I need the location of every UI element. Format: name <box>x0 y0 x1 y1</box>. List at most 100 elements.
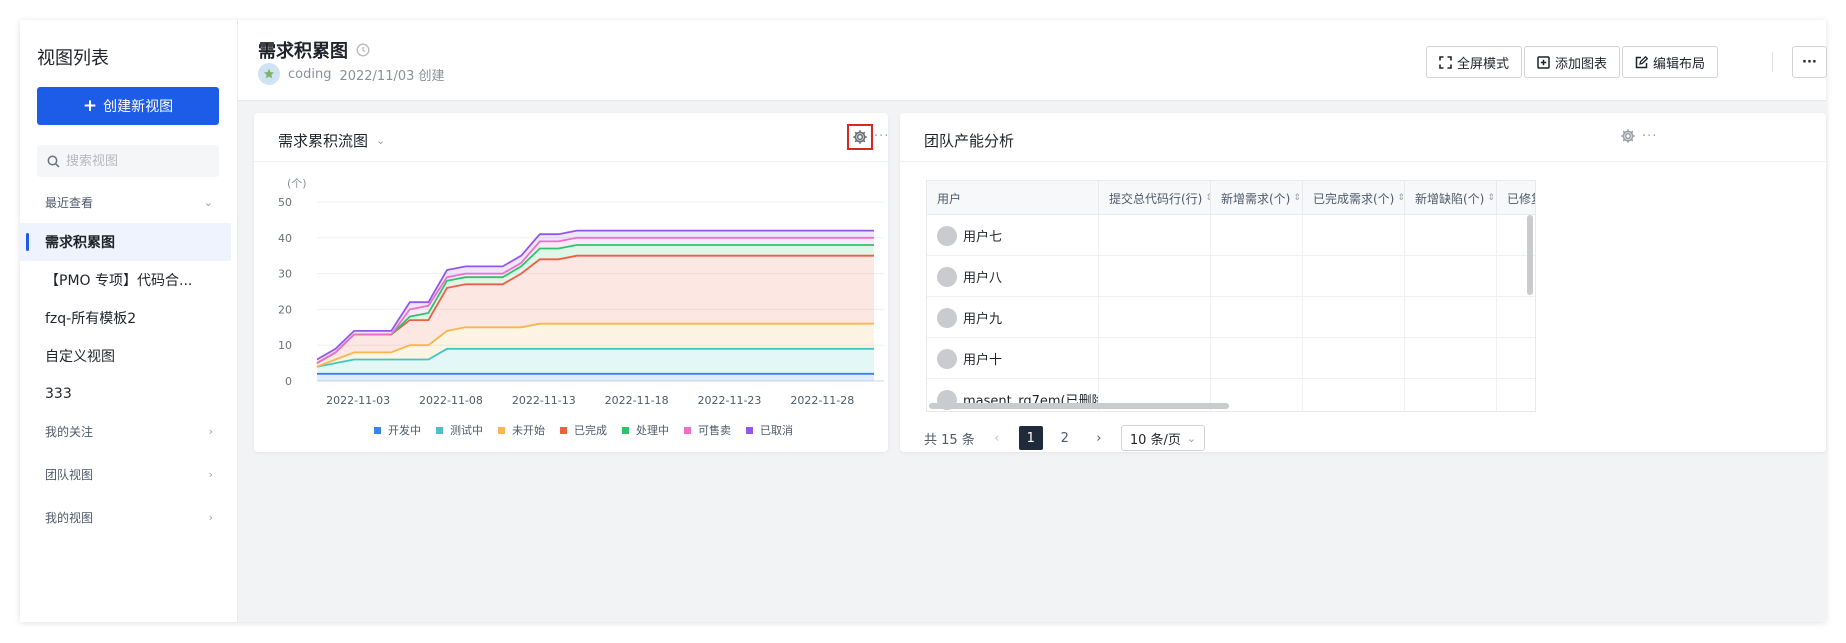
table-cell <box>1497 338 1535 379</box>
gear-icon[interactable] <box>1620 128 1636 144</box>
y-tick-label: 30 <box>278 268 292 281</box>
sidebar-item-fzq[interactable]: fzq-所有模板2 <box>20 299 231 337</box>
table-cell <box>1099 338 1211 379</box>
user-name: 用户十 <box>963 353 1003 368</box>
col-fixed[interactable]: 已修复 <box>1497 181 1535 215</box>
cfd-more-icon[interactable]: ··· <box>874 129 889 144</box>
legend-label: 开发中 <box>388 423 421 437</box>
app-frame: 视图列表 + 创建新视图 最近查看 ⌄ 需求积累图 【PMO 专项】代码合...… <box>20 20 1827 622</box>
page-1-button[interactable]: 1 <box>1018 426 1043 450</box>
table-row[interactable]: 用户九 <box>927 297 1535 338</box>
page-header: 需求积累图 coding 2022/11/03 创建 全屏模式 添加图表 编辑布… <box>238 20 1827 101</box>
edit-layout-button[interactable]: 编辑布局 <box>1622 46 1719 78</box>
chevron-right-icon: › <box>208 424 213 438</box>
user-avatar <box>937 348 957 369</box>
create-view-button[interactable]: + 创建新视图 <box>37 87 219 125</box>
cfd-card: 需求累积流图 ⌄ ··· (个) 0 10 20 30 40 50 2022-11-03 202… <box>254 113 888 452</box>
page-2-button[interactable]: 2 <box>1053 426 1077 450</box>
recent-section-toggle[interactable]: 最近查看 ⌄ <box>45 192 213 212</box>
next-page-icon[interactable]: › <box>1087 426 1111 450</box>
legend-swatch <box>498 427 505 434</box>
fullscreen-icon <box>1439 55 1452 69</box>
x-tick-label: 2022-11-28 <box>790 394 854 407</box>
more-button[interactable]: ··· <box>1792 46 1827 78</box>
section-label: 我的视图 <box>45 510 94 525</box>
chevron-right-icon: › <box>208 510 213 524</box>
col-label: 新增缺陷(个) <box>1415 191 1485 206</box>
col-code-lines[interactable]: 提交总代码行(行)⇕ <box>1099 181 1211 215</box>
table-cell <box>1303 215 1405 256</box>
y-tick-label: 10 <box>278 339 292 352</box>
legend-label: 已完成 <box>574 423 607 437</box>
legend-swatch <box>436 427 443 434</box>
search-input[interactable] <box>66 153 206 169</box>
section-label: 团队视图 <box>45 467 94 482</box>
table-row[interactable]: 用户十 <box>927 338 1535 379</box>
sidebar-item-custom[interactable]: 自定义视图 <box>20 337 231 375</box>
page-title: 需求积累图 <box>258 37 370 63</box>
col-done-req[interactable]: 已完成需求(个) ⇕ <box>1303 181 1405 215</box>
sidebar-item-label: 333 <box>45 386 72 402</box>
clock-icon[interactable] <box>356 43 370 57</box>
col-label: 用户 <box>937 191 962 206</box>
fullscreen-label: 全屏模式 <box>1457 56 1510 72</box>
fullscreen-button[interactable]: 全屏模式 <box>1426 46 1523 78</box>
legend-label: 未开始 <box>512 423 545 437</box>
header-divider <box>1772 52 1773 72</box>
chevron-down-icon: ⌄ <box>1186 431 1197 445</box>
more-icon: ··· <box>1802 54 1817 70</box>
col-new-bug[interactable]: 新增缺陷(个) ⇕ <box>1405 181 1497 215</box>
col-user[interactable]: 用户 <box>927 181 1099 215</box>
my-follows-section[interactable]: 我的关注 › <box>45 421 213 441</box>
y-tick-label: 40 <box>278 232 292 245</box>
team-more-icon[interactable]: ··· <box>1642 129 1657 144</box>
series-area <box>317 373 874 381</box>
table-row[interactable]: 用户七 <box>927 215 1535 256</box>
search-icon <box>47 155 60 168</box>
user-avatar <box>937 307 957 328</box>
sort-icon: ⇕ <box>1293 193 1301 203</box>
sidebar: 视图列表 + 创建新视图 最近查看 ⌄ 需求积累图 【PMO 专项】代码合...… <box>20 20 238 622</box>
legend-swatch <box>684 427 691 434</box>
user-cell: 用户七 <box>927 215 1099 256</box>
add-chart-button[interactable]: 添加图表 <box>1524 46 1621 78</box>
cfd-card-title[interactable]: 需求累积流图 ⌄ <box>278 130 385 151</box>
legend-swatch <box>746 427 753 434</box>
sidebar-item-333[interactable]: 333 <box>20 375 231 413</box>
add-chart-label: 添加图表 <box>1555 56 1608 72</box>
table-cell <box>1303 256 1405 297</box>
user-name: 用户八 <box>963 271 1003 286</box>
col-label: 提交总代码行(行) <box>1109 191 1203 206</box>
x-tick-label: 2022-11-18 <box>605 394 669 407</box>
search-box[interactable] <box>37 145 219 177</box>
legend-swatch <box>560 427 567 434</box>
vertical-scrollbar[interactable] <box>1527 215 1533 295</box>
col-new-req[interactable]: 新增需求(个) ⇕ <box>1211 181 1303 215</box>
sidebar-item-pmo[interactable]: 【PMO 专项】代码合... <box>20 261 231 299</box>
sidebar-item-cumulative[interactable]: 需求积累图 <box>20 223 231 261</box>
table-cell <box>1211 256 1303 297</box>
sort-icon: ⇕ <box>1397 193 1405 203</box>
user-cell: 用户十 <box>927 338 1099 379</box>
my-views-section[interactable]: 我的视图 › <box>45 507 213 527</box>
chart-settings-button[interactable] <box>847 124 873 150</box>
pagination: 共 15 条 ‹ 1 2 › 10 条/页 ⌄ <box>924 425 1206 451</box>
legend-label: 测试中 <box>450 424 483 437</box>
y-tick-label: 50 <box>278 196 292 209</box>
team-table: 用户 提交总代码行(行)⇕ 新增需求(个)⇕ 已完成需求(个)⇕ 新增缺陷(个)… <box>926 180 1536 412</box>
team-views-section[interactable]: 团队视图 › <box>45 464 213 484</box>
horizontal-scrollbar[interactable] <box>929 403 1229 409</box>
chevron-down-icon: ⌄ <box>376 134 386 147</box>
user-avatar <box>937 266 957 287</box>
table-header: 用户 提交总代码行(行)⇕ 新增需求(个)⇕ 已完成需求(个)⇕ 新增缺陷(个)… <box>927 181 1535 215</box>
table-cell <box>1303 297 1405 338</box>
prev-page-icon[interactable]: ‹ <box>985 426 1009 450</box>
table-row[interactable]: 用户八 <box>927 256 1535 297</box>
table-cell <box>1211 338 1303 379</box>
y-tick-label: 20 <box>278 303 292 316</box>
x-tick-label: 2022-11-03 <box>326 394 390 407</box>
legend-label: 处理中 <box>636 424 669 437</box>
recent-label: 最近查看 <box>45 195 94 210</box>
page-size-value: 10 条/页 <box>1129 432 1181 448</box>
page-size-select[interactable]: 10 条/页 ⌄ <box>1120 425 1206 451</box>
